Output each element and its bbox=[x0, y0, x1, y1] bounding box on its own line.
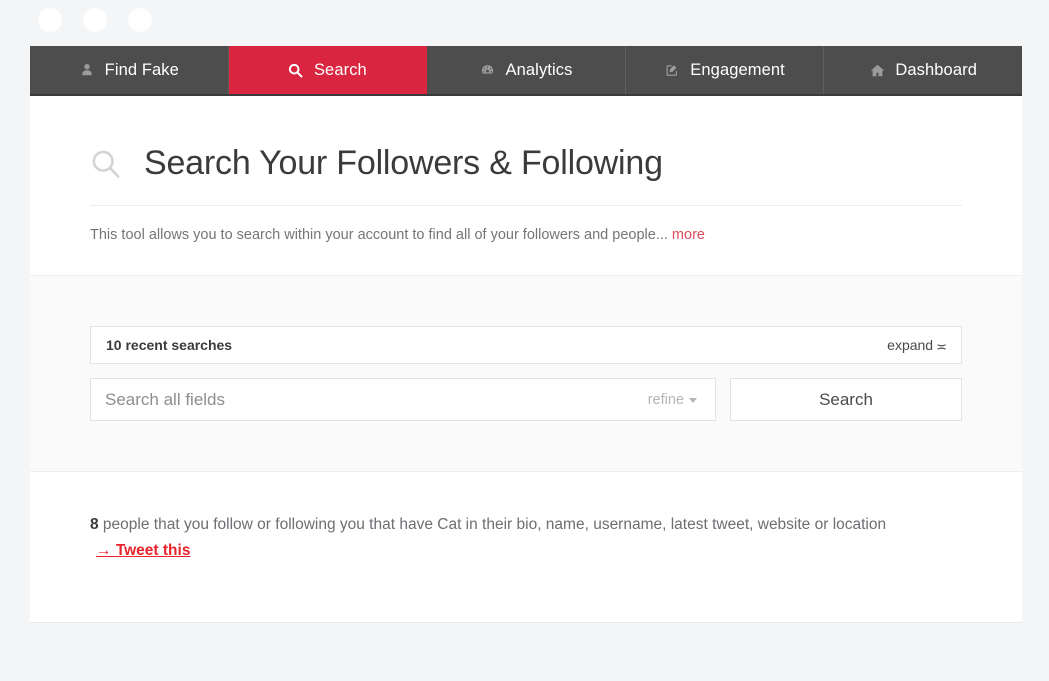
window-dot-maximize[interactable] bbox=[128, 8, 152, 32]
home-icon bbox=[869, 62, 885, 78]
card-body: Search Your Followers & Following This t… bbox=[30, 96, 1022, 624]
user-icon bbox=[79, 62, 95, 78]
results-description: people that you follow or following you … bbox=[98, 516, 887, 534]
nav-tab-engagement[interactable]: Engagement bbox=[626, 46, 825, 94]
search-input[interactable] bbox=[105, 379, 638, 421]
page-title-row: Search Your Followers & Following bbox=[90, 144, 962, 206]
nav-tab-label: Analytics bbox=[505, 60, 573, 79]
nav-tab-find-fake[interactable]: Find Fake bbox=[30, 46, 229, 94]
tweet-this-link[interactable]: → Tweet this bbox=[96, 542, 190, 559]
intro-section: Search Your Followers & Following This t… bbox=[30, 96, 1022, 275]
results-count: 8 bbox=[90, 516, 99, 534]
window-chrome-dots bbox=[38, 8, 152, 32]
intro-description: This tool allows you to search within yo… bbox=[90, 225, 962, 245]
window-dot-minimize[interactable] bbox=[83, 8, 107, 32]
main-navigation: Find Fake Search Analytics Engagement Da… bbox=[30, 46, 1022, 96]
intro-description-text: This tool allows you to search within yo… bbox=[90, 227, 668, 243]
tweet-this-label: Tweet this bbox=[115, 542, 191, 560]
expand-label: expand bbox=[887, 337, 934, 354]
nav-tab-label: Find Fake bbox=[104, 60, 179, 79]
caret-down-icon bbox=[689, 398, 697, 404]
recent-searches-label: 10 recent searches bbox=[106, 337, 233, 354]
expand-recent-searches-button[interactable]: expand ≍ bbox=[887, 337, 947, 353]
arrow-right-icon: → bbox=[96, 542, 112, 560]
nav-tab-label: Search bbox=[313, 60, 367, 79]
results-section: 8 people that you follow or following yo… bbox=[30, 472, 1022, 624]
nav-tab-search[interactable]: Search bbox=[228, 46, 428, 94]
search-icon bbox=[90, 148, 122, 180]
window-dot-close[interactable] bbox=[38, 8, 62, 32]
dashboard-icon bbox=[480, 62, 496, 78]
chevron-double-down-icon: ≍ bbox=[936, 338, 947, 354]
search-panel: 10 recent searches expand ≍ refine Searc… bbox=[30, 275, 1022, 473]
search-button[interactable]: Search bbox=[730, 378, 962, 422]
nav-tab-analytics[interactable]: Analytics bbox=[427, 46, 626, 94]
edit-square-icon bbox=[664, 62, 680, 78]
search-row: refine Search bbox=[90, 378, 962, 422]
search-field-wrapper: refine bbox=[90, 378, 716, 422]
intro-more-link[interactable]: more bbox=[672, 227, 705, 243]
nav-tab-label: Dashboard bbox=[895, 60, 977, 79]
nav-tab-dashboard[interactable]: Dashboard bbox=[824, 46, 1022, 94]
page-title: Search Your Followers & Following bbox=[144, 144, 663, 182]
results-summary: 8 people that you follow or following yo… bbox=[90, 512, 920, 564]
refine-label: refine bbox=[647, 391, 684, 408]
search-icon bbox=[288, 62, 304, 78]
recent-searches-bar[interactable]: 10 recent searches expand ≍ bbox=[90, 326, 962, 365]
refine-dropdown[interactable]: refine bbox=[638, 392, 711, 408]
app-window: Find Fake Search Analytics Engagement Da… bbox=[30, 46, 1022, 624]
nav-tab-label: Engagement bbox=[690, 60, 785, 79]
